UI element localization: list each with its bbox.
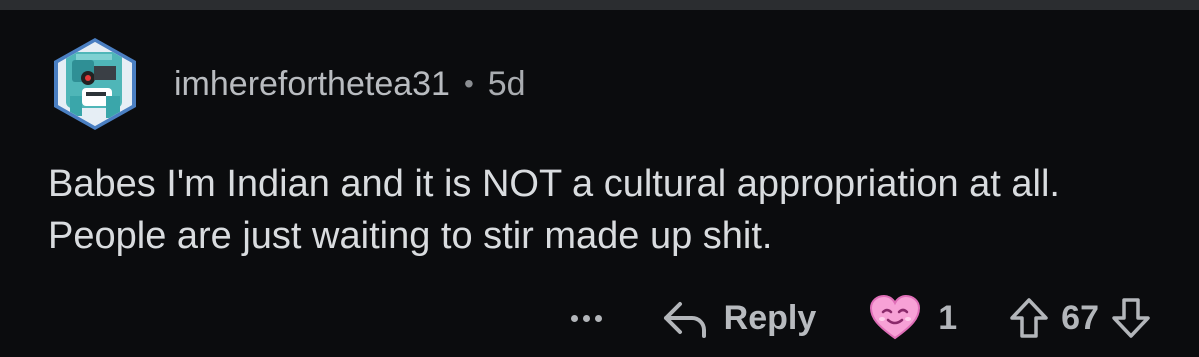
comment-meta: imhereforthetea31 • 5d (174, 62, 526, 106)
upvote-arrow-icon (1010, 298, 1048, 338)
downvote-arrow-icon (1112, 298, 1150, 338)
more-options-button[interactable] (570, 314, 602, 322)
ellipsis-icon (570, 314, 578, 322)
heart-face-award-icon (870, 294, 921, 340)
reply-button[interactable]: Reply (662, 298, 817, 338)
vote-controls: 67 (1009, 297, 1151, 339)
vote-score: 67 (1061, 298, 1099, 337)
comment-card: imhereforthetea31 • 5d Babes I'm Indian … (0, 10, 1199, 357)
reply-label: Reply (723, 298, 817, 337)
upvote-button[interactable] (1009, 297, 1049, 339)
comment-age: 5d (487, 64, 526, 103)
avatar-image (54, 38, 136, 130)
meta-separator: • (463, 68, 474, 99)
downvote-button[interactable] (1111, 297, 1151, 339)
user-avatar[interactable] (48, 36, 142, 130)
award-count: 1 (938, 298, 958, 337)
award-button[interactable]: 1 (868, 294, 957, 342)
username-link[interactable]: imhereforthetea31 (174, 65, 450, 104)
reply-arrow-icon (663, 302, 706, 338)
comment-body: Babes I'm Indian and it is NOT a cultura… (48, 163, 1060, 257)
comment-actions: Reply 1 67 (570, 290, 1151, 346)
top-divider-bar (0, 0, 1199, 10)
